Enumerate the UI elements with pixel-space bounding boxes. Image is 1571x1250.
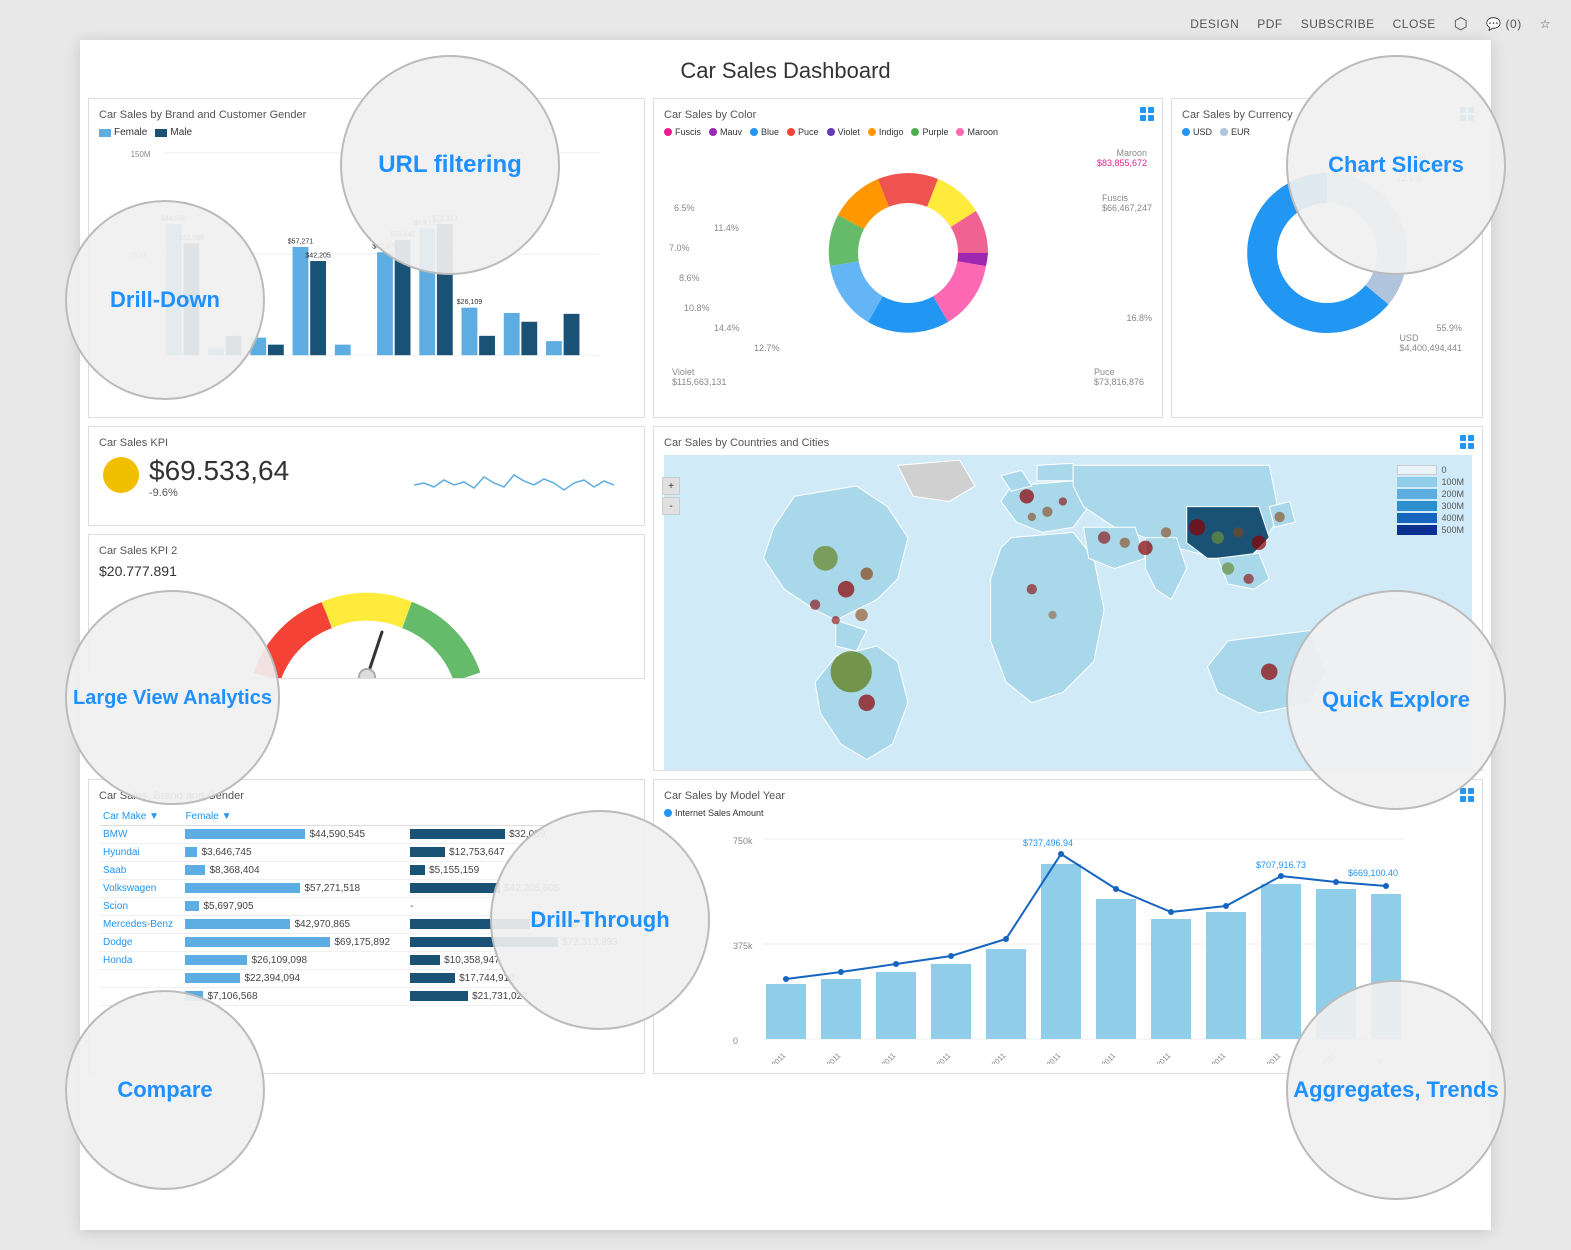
color-donut-title: Car Sales by Color [664,109,1152,121]
close-button[interactable]: CLOSE [1393,17,1436,31]
compare-label: Compare [117,1077,212,1103]
svg-text:August 2011: August 2011 [1137,1051,1173,1064]
map-zoom-out[interactable]: - [662,497,680,515]
drill-through-circle: Drill-Through [490,810,710,1030]
kpi1-panel: Car Sales KPI $69.533,64 -9.6% [88,426,645,526]
design-button[interactable]: DESIGN [1190,17,1239,31]
pdf-button[interactable]: PDF [1257,17,1283,31]
usd-label: USD$4,400,494,441 [1399,333,1462,353]
row-top: Car Sales by Brand and Customer Gender F… [80,94,1491,422]
compare-circle: Compare [65,990,265,1190]
red-pct: 10.8% [684,303,710,313]
subscribe-button[interactable]: SUBSCRIBE [1301,17,1375,31]
fuscis-label2: Fuscis$66,467,247 [1102,193,1152,213]
svg-text:0: 0 [733,1036,738,1046]
map-grid-icon[interactable] [1460,435,1474,449]
male-color [155,129,167,137]
model-year-grid-icon[interactable] [1460,788,1474,802]
svg-text:$669,100.40: $669,100.40 [1348,868,1398,878]
kpi2-value: $20.777.891 [99,563,634,579]
legend-male: Male [155,127,192,138]
svg-text:$737,496.94: $737,496.94 [1023,838,1073,848]
orange-pct: 8.6% [679,273,700,283]
kpi1-title: Car Sales KPI [99,437,634,449]
green-pct: 6.5% [674,203,695,213]
drill-through-label: Drill-Through [530,907,669,933]
color-donut-svg [798,143,1018,363]
female-label: Female [114,127,147,138]
blue-pct: 16.8% [1126,313,1152,323]
quick-explore-circle: Quick Explore [1286,590,1506,810]
legend-female: Female [99,127,147,138]
drill-down-label: Drill-Down [110,287,220,313]
large-view-circle: Large View Analytics [65,590,280,805]
svg-text:April 2011: April 2011 [923,1051,953,1064]
sparkline-area [414,455,614,505]
svg-text:June 2011: June 2011 [1032,1051,1063,1064]
drill-down-circle: Drill-Down [65,200,265,400]
chart-slicers-circle: Chart Slicers [1286,55,1506,275]
dashboard-container: Car Sales Dashboard Car Sales by Brand a… [80,40,1491,1230]
svg-text:$707,916.73: $707,916.73 [1256,860,1306,870]
svg-text:150M: 150M [131,150,151,159]
row-mid: Car Sales KPI $69.533,64 -9.6% Car Sales… [80,422,1491,775]
svg-text:October 2011: October 2011 [1244,1051,1282,1064]
color-donut-legend: Fuscis Mauv Blue Puce Violet Indigo Purp… [664,127,1152,137]
color-donut-area: Maroon$83,855,672 Fuscis$66,467,247 16.8… [664,143,1152,363]
svg-text:$42,205: $42,205 [305,253,331,260]
svg-text:$57,271: $57,271 [288,238,314,245]
map-title: Car Sales by Countries and Cities [664,437,1472,449]
svg-text:$26,109: $26,109 [457,299,483,306]
aggregates-circle: Aggregates, Trends [1286,980,1506,1200]
svg-text:September 2011: September 2011 [1182,1051,1227,1064]
col-female[interactable]: Female ▼ [181,808,406,826]
color-bottom-labels: Violet$115,663,131 Puce$73,816,876 [664,367,1152,387]
female-color [99,129,111,137]
kpi2-title: Car Sales KPI 2 [99,545,634,557]
aggregates-label: Aggregates, Trends [1293,1076,1498,1105]
layers-icon[interactable]: ⬡ [1454,14,1468,34]
color-donut-grid-icon[interactable] [1140,107,1154,121]
chart-slicers-label: Chart Slicers [1328,152,1464,178]
male-label: Male [170,127,192,138]
col-make[interactable]: Car Make ▼ [99,808,181,826]
line-chart-area: 750k 375k 0 [664,824,1472,1004]
svg-text:March 2011: March 2011 [863,1051,897,1064]
color-donut-panel: Car Sales by Color Fuscis Mauv Blue Puce… [653,98,1163,418]
map-legend: 0 100M 200M 300M [1397,465,1464,537]
usd-pct: 55.9% [1436,323,1462,333]
pink-pct: 12.7% [754,343,780,353]
svg-text:July 2011: July 2011 [1089,1051,1118,1064]
url-filtering-label: URL filtering [378,151,522,180]
map-nav: + - [662,477,680,515]
svg-text:May 2011: May 2011 [978,1051,1007,1064]
svg-text:January 2011: January 2011 [749,1051,787,1064]
top-pct: 11.4% [714,223,739,233]
row-bot: Car Sales, Brand and Gender Car Make ▼ F… [80,775,1491,1078]
url-filtering-circle: URL filtering [340,55,560,275]
sparkline-svg [414,455,614,505]
bookmark-icon[interactable]: ☆ [1540,17,1551,31]
map-zoom-in[interactable]: + [662,477,680,495]
svg-text:February 2011: February 2011 [802,1051,842,1064]
dashboard-title: Car Sales Dashboard [80,40,1491,94]
svg-text:750k: 750k [733,836,753,846]
large-view-label: Large View Analytics [73,685,272,711]
indigo-pct: 7.0% [669,243,690,253]
model-year-legend: Internet Sales Amount [664,808,1472,818]
yellow-pct: 14.4% [714,323,740,333]
comments-button[interactable]: 💬 (0) [1486,17,1521,31]
quick-explore-label: Quick Explore [1322,686,1470,715]
kpi1-circle [103,457,139,493]
fuscis-label: Maroon$83,855,672 [1097,148,1147,168]
top-bar: DESIGN PDF SUBSCRIBE CLOSE ⬡ 💬 (0) ☆ [1170,0,1571,48]
svg-text:375k: 375k [733,941,753,951]
